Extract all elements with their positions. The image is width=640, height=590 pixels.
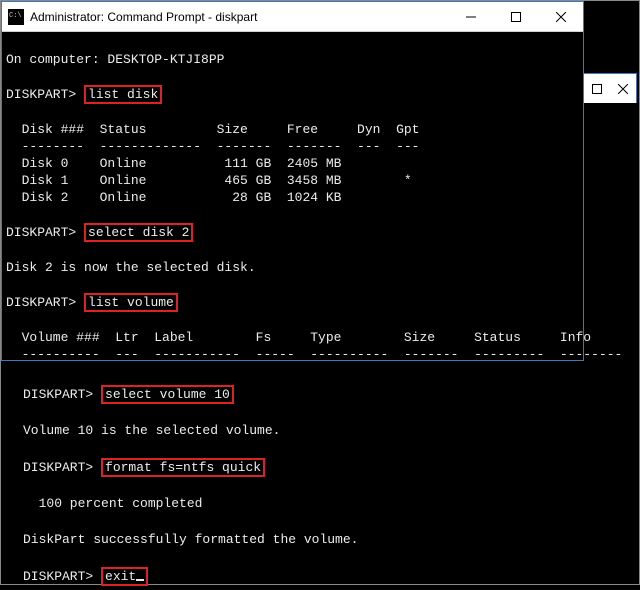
selected-volume-msg: Volume 10 is the selected volume. — [23, 423, 280, 438]
success-msg: DiskPart successfully formatted the volu… — [23, 532, 358, 547]
close-button[interactable] — [538, 2, 583, 31]
volume-header: Volume ### Ltr Label Fs Type Size Status… — [6, 330, 591, 345]
prompt: DISKPART> — [6, 87, 76, 102]
table-row: Disk 2 Online 28 GB 1024 KB — [6, 190, 341, 205]
back-maximize-button[interactable] — [584, 74, 610, 103]
front-terminal-output: On computer: DESKTOP-KTJI8PP DISKPART> l… — [2, 32, 583, 365]
text-cursor — [136, 579, 144, 581]
prompt: DISKPART> — [23, 569, 93, 584]
back-window-titlebar-tail — [584, 73, 637, 103]
prompt: DISKPART> — [23, 387, 93, 402]
progress-msg: 100 percent completed — [23, 496, 202, 511]
cmd-list-volume: list volume — [84, 293, 178, 312]
disk-header: Disk ### Status Size Free Dyn Gpt — [6, 122, 419, 137]
cmd-select-disk: select disk 2 — [84, 223, 193, 242]
minimize-button[interactable] — [448, 2, 493, 31]
cmd-select-volume: select volume 10 — [101, 385, 234, 404]
front-window-controls — [448, 2, 583, 31]
prompt: DISKPART> — [6, 225, 76, 240]
back-close-button[interactable] — [610, 74, 636, 103]
prompt: DISKPART> — [23, 460, 93, 475]
volume-divider: ---------- --- ----------- ----- -------… — [6, 347, 622, 362]
disk-divider: -------- ------------- ------- ------- -… — [6, 139, 419, 154]
cmd-list-disk: list disk — [84, 85, 162, 104]
table-row: Disk 0 Online 111 GB 2405 MB — [6, 156, 341, 171]
cmd-format: format fs=ntfs quick — [101, 458, 265, 477]
front-window: Administrator: Command Prompt - diskpart… — [1, 1, 584, 361]
back-terminal-output: DISKPART> select volume 10 Volume 10 is … — [19, 363, 619, 590]
maximize-button[interactable] — [493, 2, 538, 31]
cmd-exit: exit — [101, 567, 148, 586]
table-row: Disk 1 Online 465 GB 3458 MB * — [6, 173, 412, 188]
front-window-title: Administrator: Command Prompt - diskpart — [30, 10, 448, 24]
cmd-icon — [8, 9, 24, 25]
front-titlebar[interactable]: Administrator: Command Prompt - diskpart — [2, 2, 583, 32]
computer-line: On computer: DESKTOP-KTJI8PP — [6, 52, 224, 67]
prompt: DISKPART> — [6, 295, 76, 310]
selected-disk-msg: Disk 2 is now the selected disk. — [6, 260, 256, 275]
